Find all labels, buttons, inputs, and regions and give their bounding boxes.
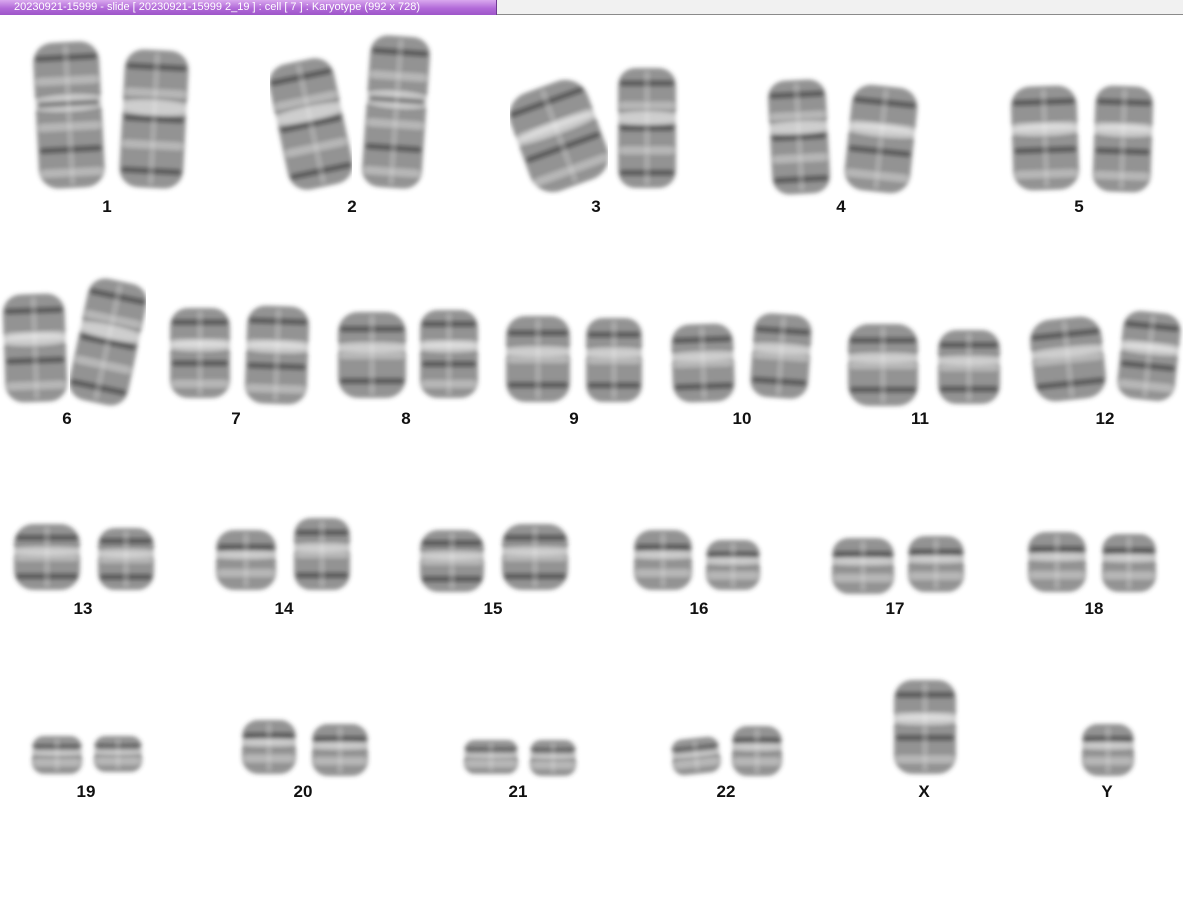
- chromosome-5-1[interactable]: [1004, 78, 1086, 198]
- chromosome-21-1[interactable]: [456, 732, 526, 782]
- chromosome-4-2[interactable]: [840, 78, 922, 200]
- chromosome-9-1[interactable]: [498, 308, 578, 410]
- title-bar: 20230921-15999 - slide [ 20230921-15999 …: [0, 0, 1183, 15]
- window-title-tab[interactable]: 20230921-15999 - slide [ 20230921-15999 …: [0, 0, 497, 15]
- chromosome-18-2[interactable]: [1094, 526, 1164, 600]
- chromosome-label-6: 6: [62, 409, 72, 428]
- chromosome-label-13: 13: [73, 599, 93, 618]
- chromosome-7-2[interactable]: [238, 298, 316, 412]
- chromosome-label-4: 4: [836, 197, 846, 216]
- chromosome-label-16: 16: [689, 599, 709, 618]
- chromosome-11-2[interactable]: [930, 322, 1008, 412]
- chromosome-label-11: 11: [911, 409, 929, 428]
- chromosome-3-1[interactable]: [510, 76, 608, 196]
- chromosome-12-1[interactable]: [1024, 310, 1112, 408]
- chromosome-label-8: 8: [401, 409, 411, 428]
- chromosome-22-2[interactable]: [724, 718, 790, 784]
- chromosome-label-1: 1: [102, 197, 112, 216]
- chromosome-label-17: 17: [885, 599, 905, 618]
- chromosome-9-2[interactable]: [578, 310, 650, 410]
- chromosome-10-1[interactable]: [664, 316, 742, 410]
- chromosome-label-18: 18: [1084, 599, 1104, 618]
- chromosome-label-14: 14: [274, 599, 294, 618]
- chromosome-label-20: 20: [293, 782, 313, 801]
- chromosome-20-2[interactable]: [304, 716, 376, 784]
- chromosome-8-1[interactable]: [330, 304, 414, 406]
- chromosome-label-Y: Y: [1101, 782, 1113, 801]
- chromosome-label-15: 15: [483, 599, 503, 618]
- chromosome-label-X: X: [918, 782, 930, 801]
- chromosome-2-2[interactable]: [358, 28, 434, 196]
- chromosome-label-12: 12: [1095, 409, 1115, 428]
- chromosome-14-2[interactable]: [286, 510, 358, 598]
- chromosome-label-2: 2: [347, 197, 357, 216]
- chromosome-6-2[interactable]: [70, 272, 146, 412]
- karyotype-canvas: 1 2 3 4 5 6 7 8 9 10 11 12 13 14 15 16 17 18 19 20 21 22 X Y: [0, 16, 1183, 902]
- chromosome-13-1[interactable]: [6, 516, 88, 598]
- chromosome-label-3: 3: [591, 197, 601, 216]
- chromosome-15-2[interactable]: [494, 516, 576, 598]
- chromosome-3-2[interactable]: [610, 60, 684, 196]
- chromosome-17-1[interactable]: [824, 530, 902, 602]
- chromosome-5-2[interactable]: [1086, 78, 1160, 200]
- chromosome-21-2[interactable]: [522, 732, 584, 784]
- chromosome-14-1[interactable]: [208, 522, 284, 598]
- chromosome-label-9: 9: [569, 409, 579, 428]
- chromosome-1-2[interactable]: [114, 42, 194, 196]
- chromosome-20-1[interactable]: [234, 712, 304, 782]
- chromosome-8-2[interactable]: [412, 302, 486, 406]
- chromosome-12-2[interactable]: [1112, 304, 1183, 408]
- chromosome-18-1[interactable]: [1020, 524, 1094, 600]
- chromosome-7-1[interactable]: [162, 300, 238, 406]
- chromosome-11-1[interactable]: [840, 316, 926, 414]
- chromosome-13-2[interactable]: [90, 520, 162, 598]
- chromosome-16-1[interactable]: [626, 522, 700, 598]
- chromosome-16-2[interactable]: [698, 532, 768, 598]
- chromosome-1-1[interactable]: [28, 34, 110, 196]
- chromosome-label-5: 5: [1074, 197, 1084, 216]
- chromosome-19-2[interactable]: [86, 728, 150, 780]
- chromosome-2-1[interactable]: [270, 52, 352, 196]
- chromosome-19-1[interactable]: [24, 728, 90, 782]
- chromosome-label-7: 7: [231, 409, 241, 428]
- chromosome-Y-1[interactable]: [1074, 716, 1142, 784]
- chromosome-X-1[interactable]: [886, 672, 964, 782]
- chromosome-label-21: 21: [508, 782, 528, 801]
- chromosome-4-1[interactable]: [762, 72, 836, 202]
- chromosome-label-19: 19: [76, 782, 96, 801]
- chromosome-10-2[interactable]: [744, 306, 818, 406]
- window-title: 20230921-15999 - slide [ 20230921-15999 …: [14, 1, 421, 13]
- chromosome-6-1[interactable]: [0, 286, 74, 410]
- chromosome-label-10: 10: [732, 409, 752, 428]
- chromosome-17-2[interactable]: [900, 528, 972, 600]
- chromosome-22-1[interactable]: [664, 730, 728, 782]
- chromosome-label-22: 22: [716, 782, 736, 801]
- chromosome-15-1[interactable]: [412, 522, 492, 600]
